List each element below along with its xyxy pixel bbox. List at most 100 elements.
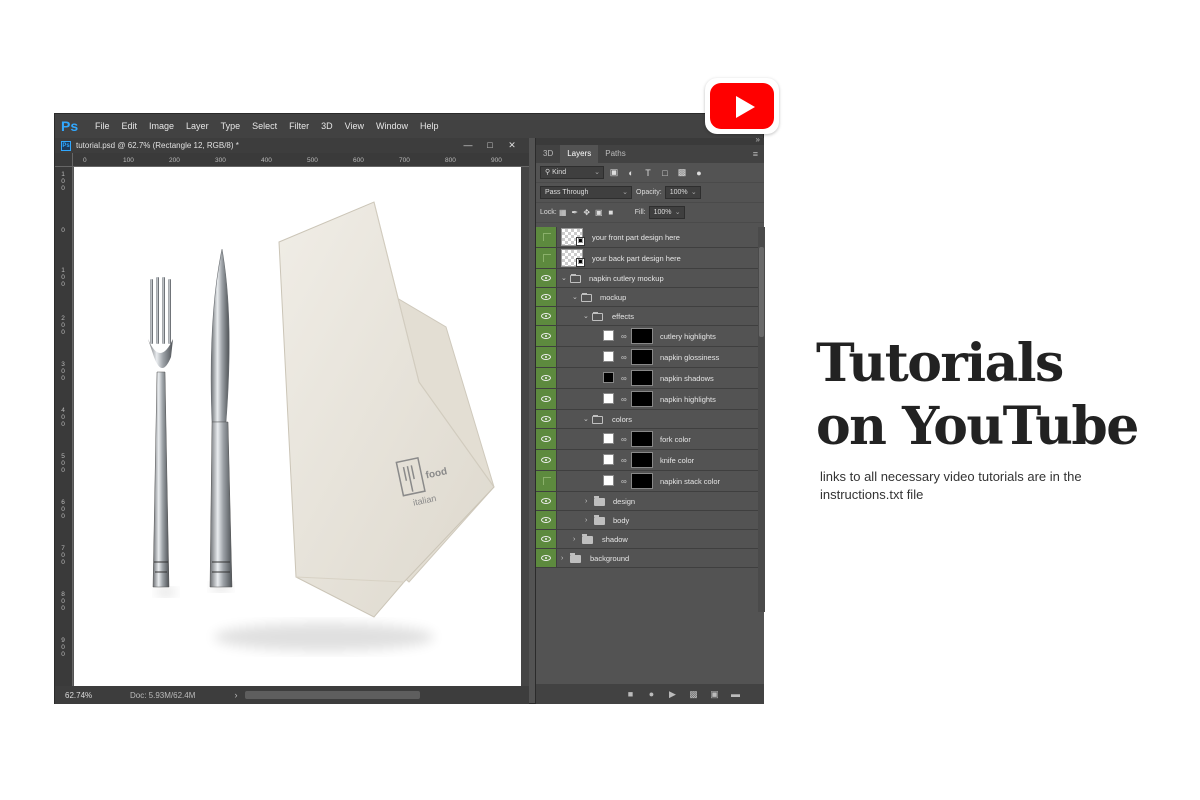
layer-row-napkin-shadows[interactable]: ∞ napkin shadows <box>536 368 758 389</box>
visibility-toggle[interactable] <box>536 410 557 428</box>
tab-3d[interactable]: 3D <box>536 145 560 163</box>
layer-row-knife-color[interactable]: ∞ knife color <box>536 450 758 471</box>
visibility-toggle[interactable] <box>536 227 557 247</box>
menu-filter[interactable]: Filter <box>283 121 315 131</box>
tab-paths[interactable]: Paths <box>598 145 632 163</box>
new-layer-icon[interactable]: ▣ <box>704 689 725 700</box>
doc-close-icon[interactable]: ✕ <box>501 138 523 153</box>
layer-group-design[interactable]: › design <box>536 492 758 511</box>
filter-smart-object-icon[interactable]: ▩ <box>675 167 689 178</box>
status-menu-arrow-icon[interactable]: › <box>230 690 242 700</box>
new-group-icon[interactable]: ▩ <box>683 689 704 700</box>
menu-edit[interactable]: Edit <box>116 121 144 131</box>
lock-transparent-icon[interactable]: ▦ <box>557 208 569 217</box>
document-canvas[interactable]: italian food <box>74 167 521 686</box>
layer-row-back-design[interactable]: ▣ your back part design here <box>536 248 758 269</box>
visibility-toggle[interactable] <box>536 530 557 548</box>
menu-file[interactable]: File <box>89 121 116 131</box>
visibility-toggle[interactable] <box>536 429 557 449</box>
visibility-toggle[interactable] <box>536 471 557 491</box>
layer-group-shadow[interactable]: › shadow <box>536 530 758 549</box>
fill-swatch[interactable] <box>603 454 614 465</box>
link-layers-icon[interactable]: ■ <box>620 689 641 699</box>
chevron-down-icon[interactable]: ⌄ <box>583 410 589 429</box>
filter-shape-icon[interactable]: □ <box>658 168 672 178</box>
fill-swatch[interactable] <box>603 351 614 362</box>
chevron-right-icon[interactable]: › <box>585 492 587 511</box>
filter-adjustment-icon[interactable]: ◐ <box>624 168 638 178</box>
menu-type[interactable]: Type <box>215 121 247 131</box>
visibility-toggle[interactable] <box>536 389 557 409</box>
scrollbar-thumb[interactable] <box>759 247 764 337</box>
visibility-toggle[interactable] <box>536 288 557 306</box>
lock-position-icon[interactable]: ✥ <box>581 208 593 217</box>
layer-group-effects[interactable]: ⌄ effects <box>536 307 758 326</box>
collapse-panel-icon[interactable]: » <box>756 135 760 144</box>
doc-minimize-icon[interactable]: — <box>457 138 479 153</box>
layer-row-cutlery-highlights[interactable]: ∞ cutlery highlights <box>536 326 758 347</box>
layer-group-colors[interactable]: ⌄ colors <box>536 410 758 429</box>
layer-row-napkin-glossiness[interactable]: ∞ napkin glossiness <box>536 347 758 368</box>
chevron-right-icon[interactable]: › <box>561 549 563 568</box>
visibility-toggle[interactable] <box>536 368 557 388</box>
canvas-horizontal-scrollbar[interactable] <box>245 691 420 699</box>
visibility-toggle[interactable] <box>536 492 557 510</box>
add-mask-icon[interactable]: ▶ <box>662 689 683 700</box>
panel-collapse-strip[interactable]: » <box>536 135 764 145</box>
visibility-toggle[interactable] <box>536 248 557 268</box>
chevron-right-icon[interactable]: › <box>585 511 587 530</box>
fill-input[interactable]: 100% ⌄ <box>648 206 685 219</box>
panel-menu-icon[interactable]: ≡ <box>753 149 758 159</box>
lock-image-icon[interactable]: ✒ <box>569 208 581 217</box>
lock-artboard-icon[interactable]: ▣ <box>593 208 605 217</box>
layer-group-mockup[interactable]: ⌄ mockup <box>536 288 758 307</box>
layer-row-napkin-highlights[interactable]: ∞ napkin highlights <box>536 389 758 410</box>
menu-help[interactable]: Help <box>414 121 445 131</box>
menu-view[interactable]: View <box>339 121 370 131</box>
filter-pixel-icon[interactable]: ▣ <box>607 167 621 178</box>
canvas-vertical-scrollbar[interactable] <box>521 167 529 686</box>
opacity-input[interactable]: 100% ⌄ <box>664 186 701 199</box>
document-tab-title[interactable]: tutorial.psd @ 62.7% (Rectangle 12, RGB/… <box>76 141 239 150</box>
visibility-toggle[interactable] <box>536 450 557 470</box>
chevron-down-icon[interactable]: ⌄ <box>583 307 589 326</box>
layers-scrollbar[interactable] <box>758 227 765 612</box>
fill-swatch[interactable] <box>603 372 614 383</box>
menu-select[interactable]: Select <box>246 121 283 131</box>
filter-type-icon[interactable]: T <box>641 168 655 178</box>
fill-swatch[interactable] <box>603 393 614 404</box>
chevron-down-icon[interactable]: ⌄ <box>561 269 567 288</box>
doc-maximize-icon[interactable]: □ <box>479 138 501 153</box>
visibility-toggle[interactable] <box>536 347 557 367</box>
visibility-toggle[interactable] <box>536 511 557 529</box>
lock-all-icon[interactable]: ■ <box>605 208 617 217</box>
visibility-toggle[interactable] <box>536 549 557 567</box>
headline-line-2: on YouTube <box>816 396 1139 457</box>
chevron-down-icon[interactable]: ⌄ <box>572 288 578 307</box>
menu-3d[interactable]: 3D <box>315 121 339 131</box>
zoom-level[interactable]: 62.74% <box>65 691 120 700</box>
layer-row-fork-color[interactable]: ∞ fork color <box>536 429 758 450</box>
visibility-toggle[interactable] <box>536 326 557 346</box>
trash-icon[interactable]: ▬ <box>725 689 746 699</box>
fill-swatch[interactable] <box>603 330 614 341</box>
layer-row-napkin-stack-color[interactable]: ∞ napkin stack color <box>536 471 758 492</box>
visibility-toggle[interactable] <box>536 269 557 287</box>
fill-swatch[interactable] <box>603 433 614 444</box>
layer-group-background[interactable]: › background <box>536 549 758 568</box>
menu-image[interactable]: Image <box>143 121 180 131</box>
menu-layer[interactable]: Layer <box>180 121 215 131</box>
filter-toggle-icon[interactable]: ● <box>692 168 706 178</box>
tab-layers[interactable]: Layers <box>560 145 599 163</box>
document-size[interactable]: Doc: 5.93M/62.4M <box>130 691 230 700</box>
layer-group-napkin-cutlery-mockup[interactable]: ⌄ napkin cutlery mockup <box>536 269 758 288</box>
visibility-toggle[interactable] <box>536 307 557 325</box>
chevron-right-icon[interactable]: › <box>573 530 575 549</box>
blend-mode-select[interactable]: Pass Through ⌄ <box>540 186 632 199</box>
layer-group-body[interactable]: › body <box>536 511 758 530</box>
fill-swatch[interactable] <box>603 475 614 486</box>
menu-window[interactable]: Window <box>370 121 414 131</box>
filter-kind-select[interactable]: ⚲ Kind ⌄ <box>540 166 604 179</box>
add-style-icon[interactable]: ● <box>641 689 662 699</box>
layer-row-front-design[interactable]: ▣ your front part design here <box>536 227 758 248</box>
